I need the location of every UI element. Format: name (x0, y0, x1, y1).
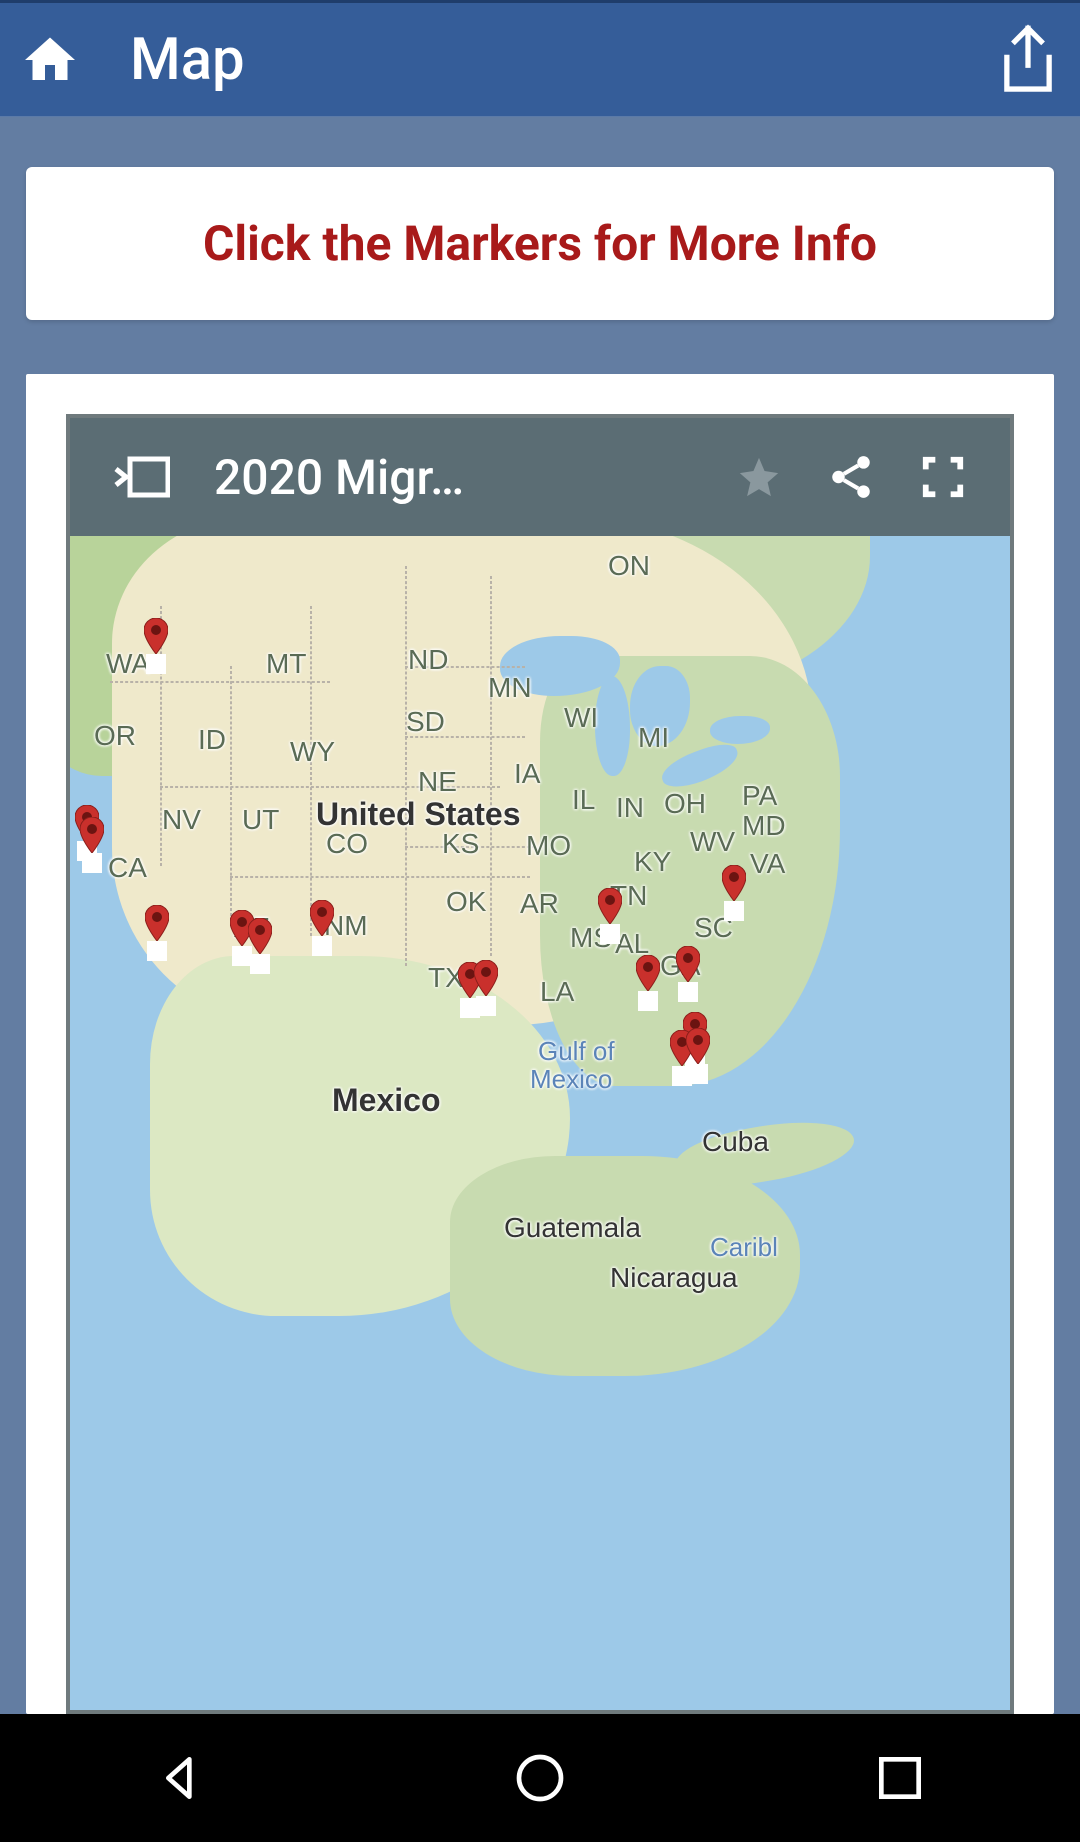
state-label: VA (750, 848, 785, 880)
map-marker[interactable] (144, 618, 168, 654)
map-frame: 2020 Migr… (66, 414, 1014, 1714)
state-label: AR (520, 888, 559, 920)
map-toolbar: 2020 Migr… (70, 418, 1010, 536)
map-marker[interactable] (248, 918, 272, 954)
state-label: OK (446, 886, 486, 918)
state-border (310, 606, 312, 936)
lake (595, 676, 630, 776)
state-label: NV (162, 804, 201, 836)
country-label: Mexico (332, 1082, 440, 1119)
state-label: UT (242, 804, 279, 836)
home-icon[interactable] (20, 30, 80, 90)
state-border (490, 576, 492, 956)
page-title: Map (130, 26, 996, 94)
state-border (230, 876, 530, 878)
state-border (405, 566, 407, 966)
page-body: Click the Markers for More Info 2020 Mig… (0, 117, 1080, 1714)
state-label: MD (742, 810, 786, 842)
map-card: 2020 Migr… (26, 374, 1054, 1714)
state-label: CA (108, 852, 147, 884)
fullscreen-icon[interactable] (920, 454, 966, 500)
state-label: SD (406, 706, 445, 738)
state-label: MT (266, 648, 306, 680)
state-label: MN (488, 672, 532, 704)
state-border (230, 666, 232, 916)
state-label: CO (326, 828, 368, 860)
map-marker[interactable] (598, 888, 622, 924)
state-label: PA (742, 780, 777, 812)
state-label: IN (616, 792, 644, 824)
app-header: Map (0, 3, 1080, 117)
map-title: 2020 Migr… (214, 449, 692, 506)
country-label: Guatemala (504, 1212, 641, 1244)
map-marker[interactable] (686, 1028, 710, 1064)
state-label: NE (418, 766, 457, 798)
map-marker[interactable] (474, 960, 498, 996)
share-small-icon[interactable] (826, 452, 876, 502)
back-button[interactable] (152, 1750, 208, 1806)
android-nav-bar (0, 1714, 1080, 1842)
map-marker[interactable] (722, 865, 746, 901)
state-label: IL (572, 784, 595, 816)
state-label: MO (526, 830, 571, 862)
info-banner: Click the Markers for More Info (26, 167, 1054, 320)
region-label: ON (608, 550, 650, 582)
home-button[interactable] (512, 1750, 568, 1806)
state-label: MI (638, 722, 669, 754)
map-marker[interactable] (310, 900, 334, 936)
state-label: KY (634, 846, 671, 878)
map-marker[interactable] (80, 817, 104, 853)
map-marker[interactable] (145, 905, 169, 941)
star-icon[interactable] (736, 454, 782, 500)
state-label: WV (690, 826, 735, 858)
state-label: OH (664, 788, 706, 820)
country-label: Cuba (702, 1126, 769, 1158)
country-label: Nicaragua (610, 1262, 738, 1294)
map-marker[interactable] (636, 955, 660, 991)
water-label: Mexico (530, 1064, 612, 1095)
state-label: ID (198, 724, 226, 756)
state-label: IA (514, 758, 540, 790)
state-label: KS (442, 828, 479, 860)
state-label: LA (540, 976, 574, 1008)
state-label: WY (290, 736, 335, 768)
map-canvas[interactable]: ON WA MT ND MN OR ID WY SD WI MI NE IA N… (70, 536, 1010, 1710)
collapse-icon[interactable] (114, 456, 170, 498)
state-border (110, 681, 330, 683)
recent-button[interactable] (872, 1750, 928, 1806)
water-label: Caribl (710, 1232, 778, 1263)
share-icon[interactable] (996, 23, 1060, 97)
water-label: Gulf of (538, 1036, 615, 1067)
state-label: OR (94, 720, 136, 752)
banner-text: Click the Markers for More Info (46, 215, 1034, 272)
map-marker[interactable] (676, 946, 700, 982)
state-label: WI (564, 702, 598, 734)
state-label: ND (408, 644, 448, 676)
